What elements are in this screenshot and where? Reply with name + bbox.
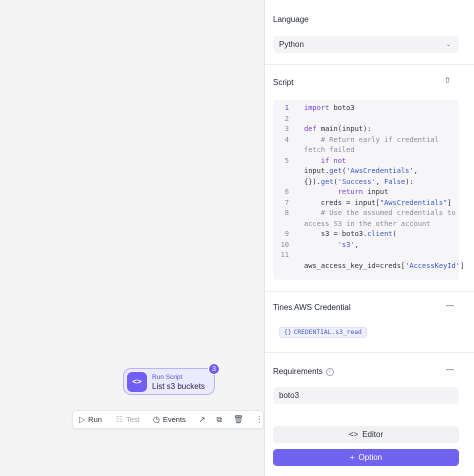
play-icon: ▷ [79,415,86,424]
action-toolbar: ▷ Run ☷ Test ◷ Events ↗ ⧉ 🗑 ⋮ [72,410,264,429]
requirements-input[interactable]: boto3 [273,387,459,404]
code-brackets-icon: <> [127,371,147,392]
divider [265,352,474,353]
plus-icon: + [349,453,355,462]
divider [265,64,474,65]
add-option-button[interactable]: + Option [273,449,459,466]
chevron-down-icon: ⌄ [445,42,451,48]
braces-icon: {} [284,329,292,336]
script-code-editor[interactable]: 1 import boto3 2 3 def main(input): 4 # Re… [273,100,464,280]
credential-label: Tines AWS Credential [273,303,351,312]
test-icon: ☷ [115,415,124,424]
events-button[interactable]: ◷ Events [153,411,186,428]
duplicate-icon[interactable]: ⧉ [216,415,222,425]
language-select[interactable]: Python ⌄ [273,36,459,53]
run-button[interactable]: ▷ Run [79,411,102,428]
language-label: Language [273,15,309,24]
workflow-canvas[interactable] [0,0,264,476]
share-icon[interactable]: ⇧ [444,76,451,85]
node-kind: Run Script [152,373,183,381]
info-icon[interactable]: i [325,367,334,376]
requirements-label: Requirements i [273,367,334,376]
script-label: Script [273,78,294,87]
credential-pill[interactable]: {} CREDENTIAL.s3_read [279,327,367,338]
minus-icon[interactable]: — [446,301,454,310]
test-button[interactable]: ☷ Test [116,411,140,428]
node-badge: 3 [208,363,220,375]
open-external-icon[interactable]: ↗ [199,415,206,424]
node-title: List s3 buckets [152,381,205,391]
editor-button[interactable]: <> Editor [273,426,459,443]
run-script-action-node[interactable]: <> Run Script List s3 buckets 3 [123,363,220,395]
more-options-icon[interactable]: ⋮ [255,415,263,424]
trash-icon[interactable]: 🗑 [233,415,243,424]
code-brackets-icon: <> [348,430,359,439]
minus-icon[interactable]: — [446,365,454,374]
clock-icon: ◷ [152,415,160,424]
divider [265,291,474,292]
